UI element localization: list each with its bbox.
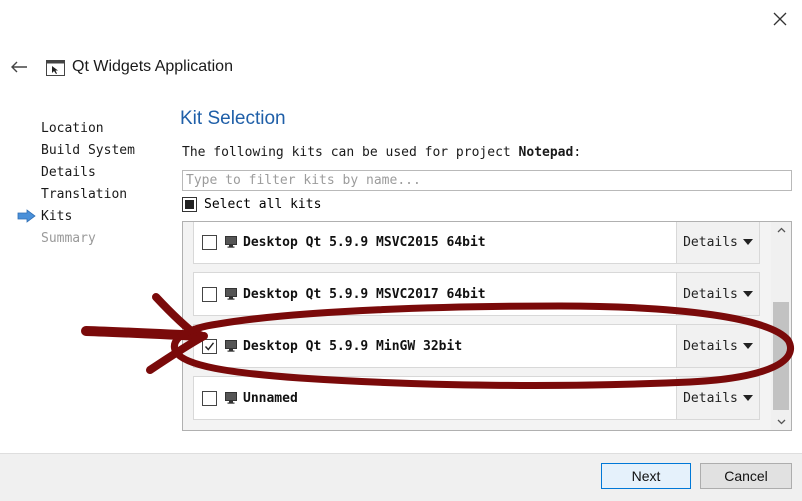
monitor-icon xyxy=(225,236,237,248)
scroll-down-button[interactable] xyxy=(771,414,791,430)
kit-name: Desktop Qt 5.9.9 MinGW 32bit xyxy=(243,338,463,354)
caret-down-icon xyxy=(742,343,753,349)
caret-down-icon xyxy=(742,291,753,297)
step-kits-label: Kits xyxy=(41,209,73,224)
step-summary: Summary xyxy=(41,231,96,246)
details-label: Details xyxy=(683,390,738,406)
kit-list: Desktop Qt 5.9.9 MSVC2015 64bit Details … xyxy=(182,221,792,431)
kit-row[interactable]: Unnamed Details xyxy=(193,376,760,420)
current-step-arrow-icon xyxy=(17,209,36,223)
wizard-title: Qt Widgets Application xyxy=(72,58,233,75)
chevron-up-icon xyxy=(777,227,785,233)
kit-details-button[interactable]: Details xyxy=(676,222,759,263)
cancel-button[interactable]: Cancel xyxy=(700,463,792,489)
monitor-icon xyxy=(225,392,237,404)
arrow-left-icon xyxy=(11,61,27,73)
kit-filter-input[interactable] xyxy=(182,170,792,191)
kit-row[interactable]: Desktop Qt 5.9.9 MinGW 32bit Details xyxy=(193,324,760,368)
page-title: Kit Selection xyxy=(180,108,286,129)
scroll-up-button[interactable] xyxy=(771,222,791,238)
kit-checkbox[interactable] xyxy=(202,338,217,354)
caret-down-icon xyxy=(742,395,753,401)
kit-list-scrollbar[interactable] xyxy=(771,222,791,430)
scroll-thumb[interactable] xyxy=(773,302,789,410)
select-all-checkbox[interactable] xyxy=(182,197,197,212)
intro-text: The following kits can be used for proje… xyxy=(182,145,581,160)
kit-checkbox[interactable] xyxy=(202,390,217,406)
kit-name: Unnamed xyxy=(243,390,298,406)
caret-down-icon xyxy=(742,239,753,245)
step-details: Details xyxy=(41,165,96,180)
kit-details-button[interactable]: Details xyxy=(676,273,759,315)
back-button[interactable] xyxy=(8,56,30,78)
checkmark-icon xyxy=(204,341,215,351)
kit-details-button[interactable]: Details xyxy=(676,325,759,367)
application-window-icon xyxy=(46,60,65,76)
kit-details-button[interactable]: Details xyxy=(676,377,759,419)
intro-suffix: : xyxy=(573,145,582,160)
kit-checkbox[interactable] xyxy=(202,234,217,250)
next-button[interactable]: Next xyxy=(601,463,691,489)
kit-row[interactable]: Desktop Qt 5.9.9 MSVC2015 64bit Details xyxy=(193,222,760,264)
intro-prefix: The following kits can be used for proje… xyxy=(182,145,519,160)
wizard-steps: Location Build System Details Translatio… xyxy=(17,121,135,253)
chevron-down-icon xyxy=(777,419,785,425)
step-kits: Kits xyxy=(17,209,135,231)
select-all-kits[interactable]: Select all kits xyxy=(182,197,321,212)
close-button[interactable] xyxy=(768,8,792,30)
project-name: Notepad xyxy=(518,145,574,160)
monitor-icon xyxy=(225,288,237,300)
kit-row[interactable]: Desktop Qt 5.9.9 MSVC2017 64bit Details xyxy=(193,272,760,316)
step-location: Location xyxy=(41,121,104,136)
kit-name: Desktop Qt 5.9.9 MSVC2017 64bit xyxy=(243,286,486,302)
kit-checkbox[interactable] xyxy=(202,286,217,302)
close-icon xyxy=(773,12,787,26)
details-label: Details xyxy=(683,234,738,250)
monitor-icon xyxy=(225,340,237,352)
kit-name: Desktop Qt 5.9.9 MSVC2015 64bit xyxy=(243,234,486,250)
step-build-system: Build System xyxy=(41,143,135,158)
select-all-label: Select all kits xyxy=(204,197,322,212)
step-translation: Translation xyxy=(41,187,128,202)
details-label: Details xyxy=(683,286,738,302)
details-label: Details xyxy=(683,338,738,354)
